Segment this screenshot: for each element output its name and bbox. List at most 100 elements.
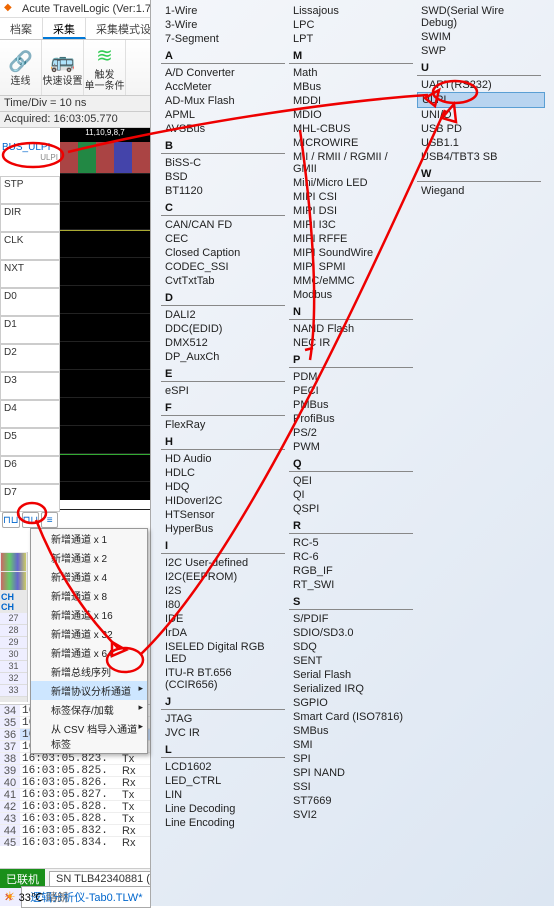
protocol-item[interactable]: CEC	[161, 232, 289, 246]
protocol-item[interactable]: LPC	[289, 18, 417, 32]
protocol-item[interactable]: 3-Wire	[161, 18, 289, 32]
protocol-item[interactable]: DALI2	[161, 308, 289, 322]
table-row[interactable]: 4416:03:05.832.Rx	[0, 825, 150, 837]
protocol-item[interactable]: Smart Card (ISO7816)	[289, 710, 417, 724]
signal-d5[interactable]: D5	[0, 428, 60, 456]
protocol-item[interactable]: MIPI I3C	[289, 218, 417, 232]
protocol-item[interactable]: ST7669	[289, 794, 417, 808]
protocol-item[interactable]: LIN	[161, 788, 289, 802]
add-wave2-icon[interactable]: ⊓⊔	[22, 512, 40, 528]
protocol-item[interactable]: Wiegand	[417, 184, 545, 198]
menu-item[interactable]: 新增协议分析通道▸	[31, 681, 147, 700]
protocol-item[interactable]: LED_CTRL	[161, 774, 289, 788]
protocol-item[interactable]: MIPI SPMI	[289, 260, 417, 274]
table-row[interactable]: 3916:03:05.825.Rx	[0, 765, 150, 777]
protocol-item[interactable]: MDIO	[289, 108, 417, 122]
protocol-item[interactable]: NEC IR	[289, 336, 417, 350]
table-row[interactable]: 4216:03:05.828.Tx	[0, 801, 150, 813]
protocol-item[interactable]: S/PDIF	[289, 612, 417, 626]
signal-d0[interactable]: D0	[0, 288, 60, 316]
protocol-item[interactable]: SENT	[289, 654, 417, 668]
protocol-item[interactable]: 1-Wire	[161, 4, 289, 18]
menu-item[interactable]: 新增通道 x 1	[31, 529, 147, 548]
signal-dir[interactable]: DIR	[0, 204, 60, 232]
protocol-item[interactable]: AccMeter	[161, 80, 289, 94]
protocol-item[interactable]: HTSensor	[161, 508, 289, 522]
protocol-item[interactable]: APML	[161, 108, 289, 122]
connect-button[interactable]: 🔗 连线	[0, 40, 42, 95]
menu-icon[interactable]: ≡	[41, 512, 58, 528]
protocol-item[interactable]: eSPI	[161, 384, 289, 398]
signal-stp[interactable]: STP	[0, 176, 60, 204]
protocol-item[interactable]: ITU-R BT.656 (CCIR656)	[161, 666, 289, 692]
protocol-item[interactable]: I2C User-defined	[161, 556, 289, 570]
menu-item[interactable]: 新增总线序列	[31, 662, 147, 681]
signal-nxt[interactable]: NXT	[0, 260, 60, 288]
add-wave-icon[interactable]: ⊓⊔	[2, 512, 20, 528]
protocol-item[interactable]: CvtTxtTab	[161, 274, 289, 288]
signal-d3[interactable]: D3	[0, 372, 60, 400]
tab-file[interactable]: 档案	[0, 18, 43, 39]
protocol-item[interactable]: PWM	[289, 440, 417, 454]
protocol-item[interactable]: MICROWIRE	[289, 136, 417, 150]
protocol-item[interactable]: MHL-CBUS	[289, 122, 417, 136]
protocol-item[interactable]: AVSBus	[161, 122, 289, 136]
protocol-item[interactable]: DMX512	[161, 336, 289, 350]
protocol-item[interactable]: SMBus	[289, 724, 417, 738]
protocol-item[interactable]: QSPI	[289, 502, 417, 516]
table-row[interactable]: 3816:03:05.823.Tx	[0, 753, 150, 765]
menu-item[interactable]: 新增通道 x 2	[31, 548, 147, 567]
protocol-item[interactable]: HDLC	[161, 466, 289, 480]
protocol-item[interactable]: PMBus	[289, 398, 417, 412]
protocol-item[interactable]: MIPI DSI	[289, 204, 417, 218]
protocol-item[interactable]: Lissajous	[289, 4, 417, 18]
protocol-item[interactable]: SWP	[417, 44, 545, 58]
protocol-item[interactable]: BSD	[161, 170, 289, 184]
protocol-item[interactable]: MDDI	[289, 94, 417, 108]
protocol-item[interactable]: I80	[161, 598, 289, 612]
protocol-item[interactable]: MIPI SoundWire	[289, 246, 417, 260]
table-row[interactable]: 4316:03:05.828.Tx	[0, 813, 150, 825]
protocol-item[interactable]: USB1.1	[417, 136, 545, 150]
menu-item[interactable]: 新增通道 x 4	[31, 567, 147, 586]
protocol-item[interactable]: A/D Converter	[161, 66, 289, 80]
menu-item[interactable]: 标签保存/加载▸	[31, 700, 147, 719]
menu-item[interactable]: 新增通道 x 16	[31, 605, 147, 624]
protocol-item[interactable]: SGPIO	[289, 696, 417, 710]
protocol-item[interactable]: ISELED Digital RGB LED	[161, 640, 289, 666]
protocol-item[interactable]: SVI2	[289, 808, 417, 822]
quick-setup-button[interactable]: 🚌 快速设置	[42, 40, 84, 95]
protocol-item[interactable]: SDIO/SD3.0	[289, 626, 417, 640]
protocol-item[interactable]: HIDoverI2C	[161, 494, 289, 508]
protocol-item[interactable]: CODEC_SSI	[161, 260, 289, 274]
protocol-item[interactable]: ProfiBus	[289, 412, 417, 426]
protocol-item[interactable]: PDM	[289, 370, 417, 384]
protocol-item[interactable]: JTAG	[161, 712, 289, 726]
protocol-item[interactable]: LCD1602	[161, 760, 289, 774]
waveform-area[interactable]: 11,10,9,8,7	[60, 128, 150, 500]
protocol-item[interactable]: NAND Flash	[289, 322, 417, 336]
protocol-item[interactable]: RC-6	[289, 550, 417, 564]
protocol-item[interactable]: AD-Mux Flash	[161, 94, 289, 108]
protocol-item[interactable]: SPI	[289, 752, 417, 766]
protocol-item[interactable]: MBus	[289, 80, 417, 94]
protocol-item[interactable]: HD Audio	[161, 452, 289, 466]
protocol-item[interactable]: RGB_IF	[289, 564, 417, 578]
protocol-item[interactable]: FlexRay	[161, 418, 289, 432]
protocol-item[interactable]: Mini/Micro LED	[289, 176, 417, 190]
menu-item[interactable]: 新增通道 x 64	[31, 643, 147, 662]
protocol-item[interactable]: CAN/CAN FD	[161, 218, 289, 232]
bus-label[interactable]: BUS_ULPI ULPI	[2, 142, 58, 172]
protocol-item[interactable]: Closed Caption	[161, 246, 289, 260]
table-row[interactable]: 4016:03:05.826.Rx	[0, 777, 150, 789]
protocol-item[interactable]: HyperBus	[161, 522, 289, 536]
protocol-item[interactable]: BiSS-C	[161, 156, 289, 170]
protocol-item[interactable]: SMI	[289, 738, 417, 752]
menu-item[interactable]: 从 CSV 档导入通道标签▸	[31, 719, 147, 753]
protocol-item[interactable]: IDE	[161, 612, 289, 626]
protocol-item[interactable]: Serialized IRQ	[289, 682, 417, 696]
protocol-item[interactable]: MIPI RFFE	[289, 232, 417, 246]
protocol-item[interactable]: BT1120	[161, 184, 289, 198]
protocol-item[interactable]: Line Encoding	[161, 816, 289, 830]
protocol-item[interactable]: USB4/TBT3 SB	[417, 150, 545, 164]
